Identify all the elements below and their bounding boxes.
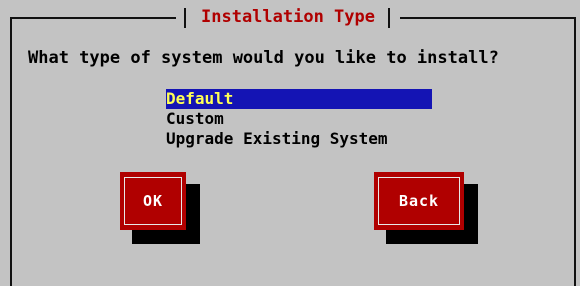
list-item-upgrade-existing-system[interactable]: Upgrade Existing System xyxy=(166,129,432,149)
question-text: What type of system would you like to in… xyxy=(28,48,499,68)
ok-button-label: OK xyxy=(142,192,164,210)
back-button-label: Back xyxy=(398,192,440,210)
title-divider-right xyxy=(388,8,390,28)
frame-border-top-left xyxy=(10,17,176,19)
install-type-listbox[interactable]: Default Custom Upgrade Existing System xyxy=(166,89,432,149)
list-item-default[interactable]: Default xyxy=(166,89,432,109)
frame-border-left xyxy=(10,17,12,286)
ok-button-wrapper: OK xyxy=(120,172,200,252)
list-item-custom[interactable]: Custom xyxy=(166,109,432,129)
frame-border-right xyxy=(574,17,576,286)
installation-type-dialog: Installation Type What type of system wo… xyxy=(0,0,580,286)
ok-button-inner: OK xyxy=(124,177,182,225)
back-button-wrapper: Back xyxy=(374,172,478,252)
title-divider-left xyxy=(184,8,186,28)
back-button-inner: Back xyxy=(378,177,460,225)
back-button[interactable]: Back xyxy=(374,172,464,230)
frame-border-top-right xyxy=(400,17,576,19)
ok-button[interactable]: OK xyxy=(120,172,186,230)
dialog-title: Installation Type xyxy=(201,7,375,27)
